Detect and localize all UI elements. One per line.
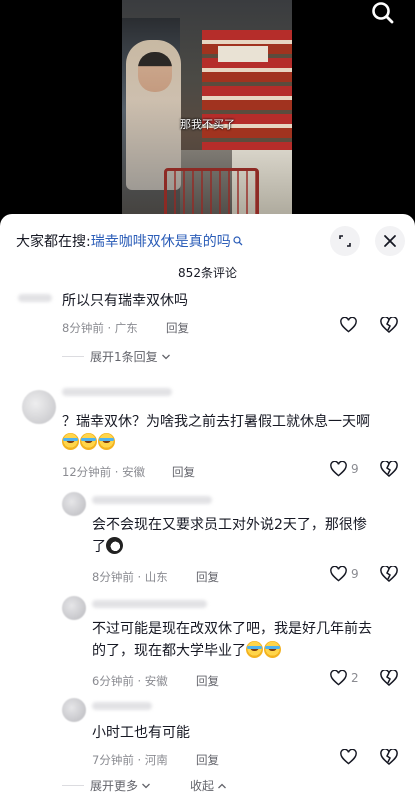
reply-button[interactable]: 回复 <box>166 320 189 336</box>
chevron-down-icon <box>142 783 150 788</box>
crying-laughing-emoji-icon <box>246 641 263 658</box>
comment-location: 安徽 <box>144 674 168 688</box>
expand-line <box>62 356 84 357</box>
reply-button[interactable]: 回复 <box>196 673 219 689</box>
video-person-head <box>138 52 172 92</box>
meta-separator: · <box>133 674 145 688</box>
comment-meta: 12分钟前 · 安徽 <box>62 464 145 480</box>
comment-text: 小时工也有可能 <box>92 725 190 741</box>
expand-replies-label: 展开1条回复 <box>90 350 158 364</box>
expand-icon[interactable] <box>330 226 360 256</box>
username[interactable] <box>62 388 172 396</box>
like-button[interactable]: 9 <box>330 566 359 582</box>
expand-replies-button[interactable]: 展开1条回复 <box>62 348 171 365</box>
comment-meta: 8分钟前 · 广东 <box>62 320 138 336</box>
reply-item: 小时工也有可能 7分钟前 · 河南 回复 <box>0 696 415 768</box>
comment-text-line: 的了，现在都大学毕业了 <box>92 640 282 662</box>
avatar[interactable] <box>62 596 86 620</box>
video-subtitle: 那我不买了 <box>180 118 235 131</box>
comment-emojis <box>62 432 116 454</box>
heart-icon <box>330 566 347 582</box>
video-player[interactable]: 那我不买了 <box>0 0 415 225</box>
meta-separator: · <box>133 570 145 584</box>
comment-text-line: 不过可能是现在改双休了吧，我是好几年前去 <box>92 621 372 637</box>
close-icon[interactable] <box>375 226 405 256</box>
comment-text: 所以只有瑞幸双休吗 <box>62 293 188 309</box>
video-sign <box>218 46 268 62</box>
comment-time: 8分钟前 <box>62 321 104 335</box>
comment-text: ？瑞幸双休？为啥我之前去打暑假工就休息一天啊 <box>62 414 370 430</box>
crying-laughing-emoji-icon <box>80 433 97 450</box>
comment-time: 12分钟前 <box>62 465 112 479</box>
suggested-search-keyword[interactable]: 瑞幸咖啡双休是真的吗 <box>91 231 231 251</box>
username[interactable] <box>18 294 52 302</box>
reply-button[interactable]: 回复 <box>172 464 195 480</box>
comment-time: 8分钟前 <box>92 570 134 584</box>
collapse-label: 收起 <box>190 779 215 793</box>
comment-time: 7分钟前 <box>92 753 134 767</box>
reply-button[interactable]: 回复 <box>196 752 219 768</box>
comment-text-line: 会不会现在又要求员工对外说2天了，那很惨 <box>92 517 367 533</box>
chevron-up-icon <box>218 783 226 788</box>
suggested-search-icon <box>233 236 243 246</box>
comment-time: 6分钟前 <box>92 674 134 688</box>
meta-separator: · <box>111 465 123 479</box>
dislike-icon[interactable] <box>380 670 398 686</box>
meta-separator: · <box>103 321 115 335</box>
video-frame <box>122 0 292 225</box>
search-icon[interactable] <box>369 0 397 28</box>
username[interactable] <box>92 600 207 608</box>
crying-laughing-emoji-icon <box>98 433 115 450</box>
avatar[interactable] <box>22 390 56 424</box>
comment-location: 河南 <box>144 753 168 767</box>
comment-item: ？瑞幸双休？为啥我之前去打暑假工就休息一天啊 12分钟前 · 安徽 回复 9 <box>0 384 415 484</box>
crying-laughing-emoji-icon <box>264 641 281 658</box>
dislike-icon[interactable] <box>380 461 398 477</box>
heart-icon <box>330 670 347 686</box>
crying-laughing-emoji-icon <box>62 433 79 450</box>
comment-text-tail: 的了，现在都大学毕业了 <box>92 643 246 659</box>
meta-separator: · <box>133 753 145 767</box>
avatar[interactable] <box>62 492 86 516</box>
comment-item: 所以只有瑞幸双休吗 8分钟前 · 广东 回复 展开1条回复 <box>0 290 415 370</box>
suggested-search[interactable]: 大家都在搜: 瑞幸咖啡双休是真的吗 <box>16 230 243 252</box>
dislike-icon[interactable] <box>380 566 398 582</box>
like-button[interactable]: 2 <box>330 670 359 686</box>
like-count: 2 <box>351 671 359 685</box>
comment-count: 852条评论 <box>178 266 237 280</box>
expand-line <box>62 785 84 786</box>
like-button[interactable] <box>340 749 361 765</box>
dislike-icon[interactable] <box>380 749 398 765</box>
expand-more-button[interactable]: 展开更多 <box>62 777 151 794</box>
like-count: 9 <box>351 567 359 581</box>
avatar[interactable] <box>62 698 86 722</box>
dislike-icon[interactable] <box>380 317 398 333</box>
chevron-down-icon <box>161 354 170 359</box>
reply-item: 会不会现在又要求员工对外说2天了，那很惨 了 8分钟前 · 山东 回复 9 <box>0 490 415 585</box>
comment-meta: 8分钟前 · 山东 <box>92 569 168 585</box>
comment-location: 广东 <box>114 321 138 335</box>
expand-more-label: 展开更多 <box>90 779 139 793</box>
comment-meta: 7分钟前 · 河南 <box>92 752 168 768</box>
reply-button[interactable]: 回复 <box>196 569 219 585</box>
like-button[interactable] <box>340 317 361 333</box>
comment-meta: 6分钟前 · 安徽 <box>92 673 168 689</box>
username[interactable] <box>92 702 152 710</box>
username[interactable] <box>92 496 212 504</box>
collapse-button[interactable]: 收起 <box>190 777 227 794</box>
like-count: 9 <box>351 462 359 476</box>
comment-text-line: 了 <box>92 536 123 558</box>
reply-item: 不过可能是现在改双休了吧，我是好几年前去 的了，现在都大学毕业了 6分钟前 · … <box>0 594 415 689</box>
comment-panel: 大家都在搜: 瑞幸咖啡双休是真的吗 852条评论 所以只有瑞幸双休吗 8分钟前 … <box>0 214 415 800</box>
heart-icon <box>340 749 357 765</box>
penguin-emoji-icon <box>106 537 123 554</box>
heart-icon <box>330 461 347 477</box>
like-button[interactable]: 9 <box>330 461 359 477</box>
heart-icon <box>340 317 357 333</box>
comment-location: 山东 <box>144 570 168 584</box>
comment-location: 安徽 <box>122 465 146 479</box>
suggested-search-prefix: 大家都在搜: <box>16 234 91 250</box>
comment-text-tail: 了 <box>92 539 106 555</box>
